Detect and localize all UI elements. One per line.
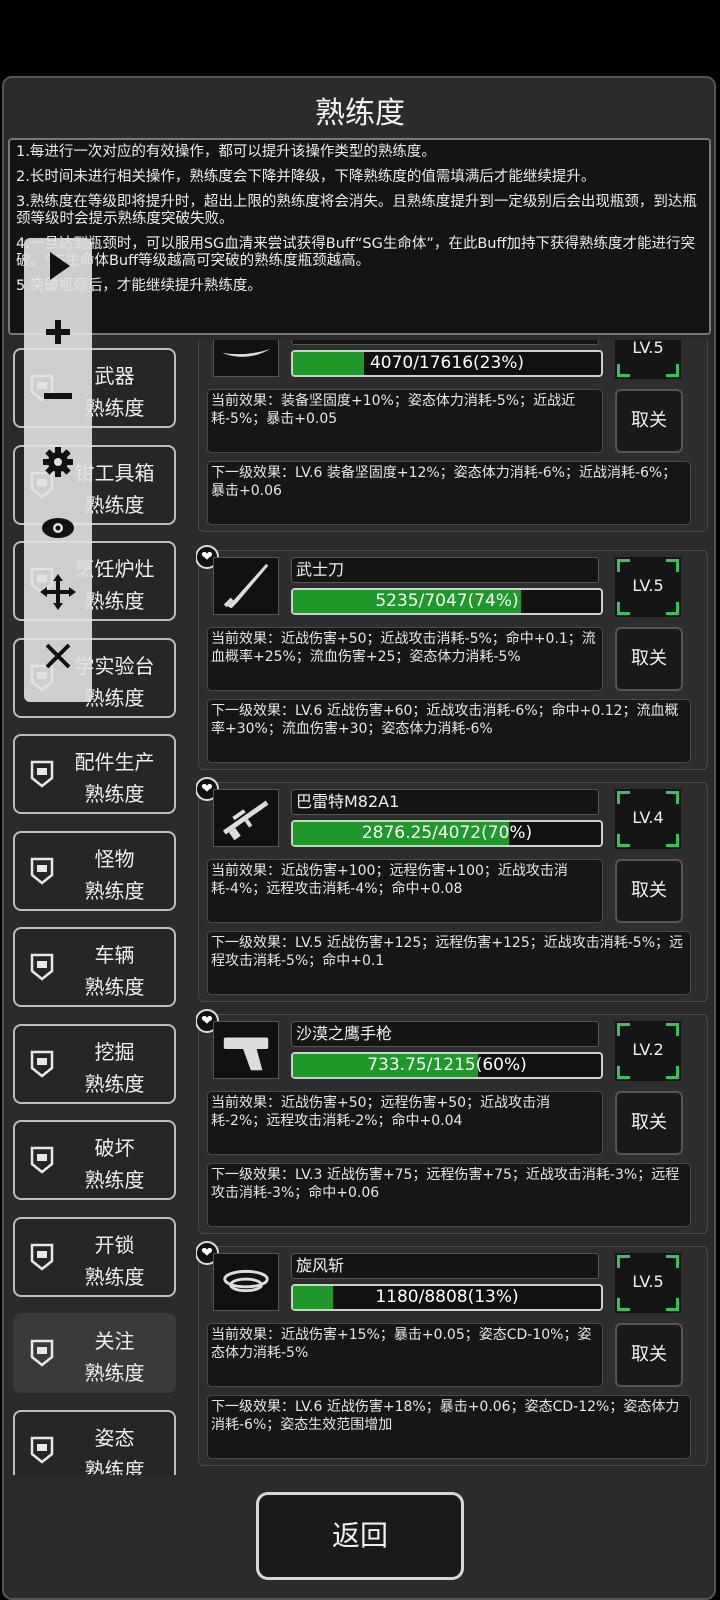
next-level-effect: 下一级效果：LV.6 近战伤害+60；近战攻击消耗-6%；命中+0.12；流血概… xyxy=(207,699,691,763)
badge-icon xyxy=(30,1050,54,1078)
katana-icon xyxy=(213,557,279,615)
category-suffix: 熟练度 xyxy=(84,975,145,999)
next-level-effect: 下一级效果：LV.3 近战伤害+75；远程伤害+75；近战攻击消耗-3%；远程攻… xyxy=(207,1163,691,1227)
help-line: 3.熟练度在等级即将提升时，超出上限的熟练度将会消失。且熟练度提升到一定级别后会… xyxy=(16,194,697,227)
item-list[interactable]: 4070/17616(23%) LV.5 当前效果：装备坚固度+10%；姿态体力消耗… xyxy=(196,340,712,1478)
unfollow-button[interactable]: 取关 xyxy=(615,1091,683,1155)
category-tab[interactable]: 破坏 熟练度 xyxy=(13,1120,176,1200)
pistol-icon xyxy=(213,1021,279,1079)
badge-icon xyxy=(30,857,54,885)
category-name: 挖掘 xyxy=(94,1039,135,1064)
proficiency-value: 733.75/1215(60%) xyxy=(367,1055,527,1075)
current-effect: 当前效果：装备坚固度+10%；姿态体力消耗-5%；近战近耗-5%；暴击+0.05 xyxy=(207,389,603,453)
category-name: 车辆 xyxy=(94,943,135,967)
item-name xyxy=(291,340,599,345)
level-badge: LV.5 xyxy=(615,1253,681,1313)
proficiency-value: 4070/17616(23%) xyxy=(369,353,525,373)
item-name: 旋风斩 xyxy=(291,1253,599,1279)
proficiency-value: 1180/8808(13%) xyxy=(375,1287,519,1307)
unfollow-button[interactable]: 取关 xyxy=(615,627,683,691)
page-title: 熟练度 xyxy=(315,96,405,131)
category-suffix: 熟练度 xyxy=(84,1457,145,1476)
help-line: 1.每进行一次对应的有效操作，都可以提升该操作类型的熟练度。 xyxy=(16,144,436,160)
floating-toolbar xyxy=(24,238,92,702)
unfollow-button[interactable]: 取关 xyxy=(615,389,683,453)
badge-icon xyxy=(30,1243,54,1271)
category-suffix: 熟练度 xyxy=(84,878,145,903)
close-icon[interactable] xyxy=(24,632,92,680)
gear-icon[interactable] xyxy=(24,438,92,486)
skill-card: ❤ 沙漠之鹰手枪 733.75/1215(60%) LV.2 当前效果：近战伤害+50；… xyxy=(196,1009,708,1234)
level-text: LV.5 xyxy=(632,340,664,357)
category-tab[interactable]: 关注 熟练度 xyxy=(13,1313,176,1393)
proficiency-bar: 2876.25/4072(70%) xyxy=(291,820,603,847)
category-name: 破坏 xyxy=(94,1136,135,1160)
badge-icon xyxy=(30,760,54,788)
category-name: 配件生产 xyxy=(74,750,155,774)
category-name: 怪物 xyxy=(94,846,135,871)
proficiency-bar: 5235/7047(74%) xyxy=(291,588,603,615)
current-effect: 当前效果：近战伤害+100；远程伤害+100；近战攻击消耗-4%；远程攻击消耗-… xyxy=(207,859,603,923)
level-text: LV.2 xyxy=(632,1040,664,1059)
current-effect: 当前效果：近战伤害+15%；暴击+0.05；姿态CD-10%；姿态体力消耗-5% xyxy=(207,1323,603,1387)
move-icon[interactable] xyxy=(24,568,92,616)
item-name: 沙漠之鹰手枪 xyxy=(291,1021,599,1047)
item-name: 巴雷特M82A1 xyxy=(291,789,599,815)
help-tooltip: 1.每进行一次对应的有效操作，都可以提升该操作类型的熟练度。 2.长时间未进行相… xyxy=(8,138,711,335)
category-tab[interactable]: 怪物 熟练度 xyxy=(13,830,176,911)
unfollow-button[interactable]: 取关 xyxy=(615,1323,683,1387)
sniper-rifle-icon xyxy=(213,789,279,847)
category-suffix: 熟练度 xyxy=(84,1071,145,1096)
level-badge: LV.4 xyxy=(615,789,681,849)
proficiency-bar: 1180/8808(13%) xyxy=(291,1284,603,1311)
minus-icon[interactable] xyxy=(24,372,92,420)
category-suffix: 熟练度 xyxy=(84,1264,145,1289)
badge-icon xyxy=(30,1339,54,1367)
level-text: LV.5 xyxy=(632,576,664,595)
skill-card: 4070/17616(23%) LV.5 当前效果：装备坚固度+10%；姿态体力消耗… xyxy=(198,340,708,532)
category-name: 姿态 xyxy=(94,1425,135,1450)
skill-card: ❤ 旋风斩 1180/8808(13%) LV.5 当前效果：近战伤害+15%；暴击+0… xyxy=(196,1241,708,1466)
back-button[interactable]: 返回 xyxy=(256,1492,464,1580)
level-text: LV.4 xyxy=(632,808,664,827)
proficiency-value: 2876.25/4072(70%) xyxy=(361,823,533,843)
next-level-effect: 下一级效果：LV.6 装备坚固度+12%；姿态体力消耗-6%；近战消耗-6%；暴… xyxy=(207,461,691,525)
category-tab[interactable]: 挖掘 熟练度 xyxy=(13,1023,176,1104)
help-line: 5.突破瓶颈后，才能继续提升熟练度。 xyxy=(16,278,262,294)
unfollow-button[interactable]: 取关 xyxy=(615,859,683,923)
help-line: 2.长时间未进行相关操作，熟练度会下降并降级，下降熟练度的值需填满后才能继续提升… xyxy=(16,169,596,185)
current-effect: 当前效果：近战伤害+50；远程伤害+50；近战攻击消耗-2%；远程攻击消耗-2%… xyxy=(207,1091,603,1155)
category-tab[interactable]: 姿态 熟练度 xyxy=(13,1409,176,1476)
level-text: LV.5 xyxy=(632,1272,664,1291)
level-badge: LV.5 xyxy=(615,340,681,379)
category-suffix: 熟练度 xyxy=(84,1361,145,1385)
next-level-effect: 下一级效果：LV.5 近战伤害+125；远程伤害+125；近战攻击消耗-5%；远… xyxy=(207,931,691,995)
plus-icon[interactable] xyxy=(24,308,92,356)
category-name: 开锁 xyxy=(94,1232,135,1257)
level-badge: LV.2 xyxy=(615,1021,681,1081)
play-icon[interactable] xyxy=(24,242,92,290)
category-name: 关注 xyxy=(94,1329,135,1353)
proficiency-value: 5235/7047(74%) xyxy=(375,591,519,611)
category-tab[interactable]: 配件生产 熟练度 xyxy=(13,734,176,814)
badge-icon xyxy=(30,1146,54,1174)
current-effect: 当前效果：近战伤害+50；近战攻击消耗-5%；命中+0.1；流血概率+25%；流… xyxy=(207,627,603,691)
level-badge: LV.5 xyxy=(615,557,681,617)
skill-card: ❤ 武士刀 5235/7047(74%) LV.5 当前效果：近战伤害+50；近战攻击消… xyxy=(196,545,708,770)
category-suffix: 熟练度 xyxy=(84,782,145,806)
next-level-effect: 下一级效果：LV.6 近战伤害+18%；暴击+0.06；姿态CD-12%；姿态体… xyxy=(207,1395,691,1459)
item-name: 武士刀 xyxy=(291,557,599,583)
category-tab[interactable]: 车辆 熟练度 xyxy=(13,927,176,1007)
category-tab[interactable]: 开锁 熟练度 xyxy=(13,1216,176,1297)
blade-icon xyxy=(213,340,279,377)
badge-icon xyxy=(30,953,54,981)
badge-icon xyxy=(30,1436,54,1464)
proficiency-bar: 733.75/1215(60%) xyxy=(291,1052,603,1079)
help-line: 4.一旦达到瓶颈时，可以服用SG血清来尝试获得Buff“SG生命体”，在此Buf… xyxy=(16,236,695,269)
whirlwind-icon xyxy=(213,1253,279,1311)
proficiency-bar: 4070/17616(23%) xyxy=(291,350,603,377)
category-suffix: 熟练度 xyxy=(84,1168,145,1192)
eye-icon[interactable] xyxy=(24,504,92,552)
skill-card: ❤ 巴雷特M82A1 2876.25/4072(70%) LV.4 当前效果：近战伤害+… xyxy=(196,777,708,1002)
